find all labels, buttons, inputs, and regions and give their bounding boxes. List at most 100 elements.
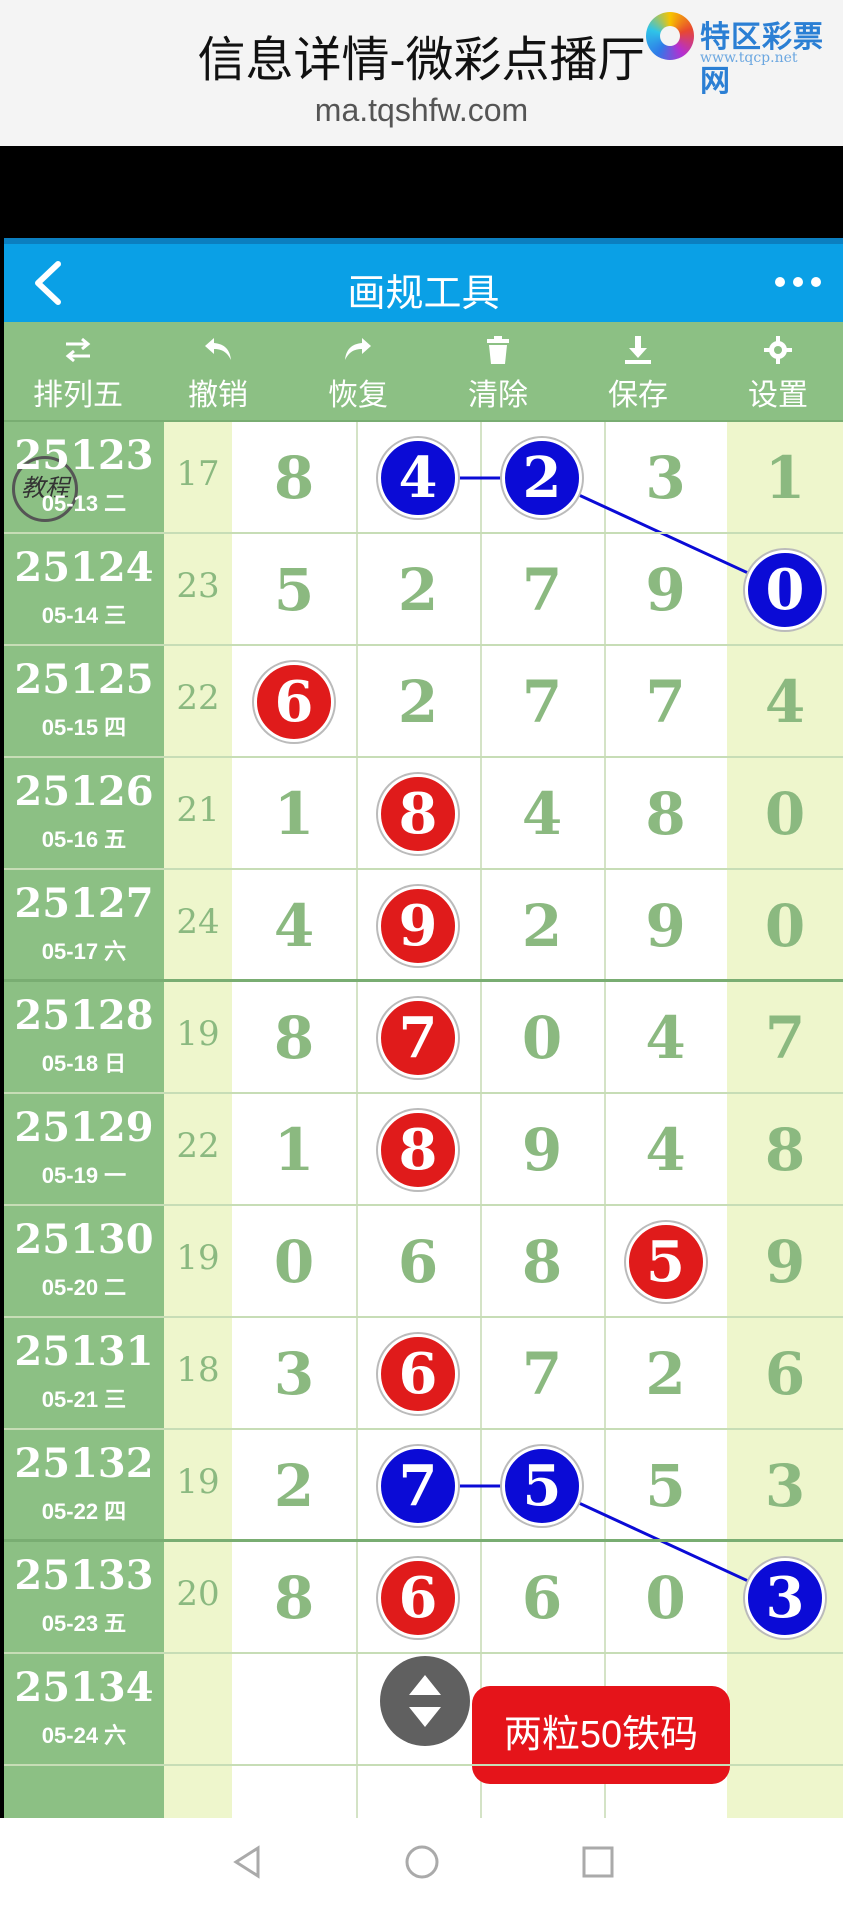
tool-toolbar: 排列五 撤销 恢复 清除 保存 设置 [4, 322, 843, 422]
red-ball-mark[interactable]: 8 [378, 774, 458, 854]
redo-icon [345, 338, 371, 360]
digit-cell[interactable]: 0 [232, 1206, 356, 1318]
save-button[interactable]: 保存 [568, 322, 708, 422]
digit-cell[interactable]: 9 [604, 534, 727, 646]
digit-cell[interactable]: 8 [480, 1206, 604, 1318]
blue-ball-mark[interactable]: 4 [378, 438, 458, 518]
digit-cell[interactable]: 9 [604, 870, 727, 982]
logo-swirl-icon [646, 12, 694, 60]
settings-button[interactable]: 设置 [708, 322, 843, 422]
digit-cell[interactable]: 1 [232, 1094, 356, 1206]
digit-cell[interactable]: 8 [604, 758, 727, 870]
digit-cell[interactable]: 0 [604, 1542, 727, 1654]
period-number: 25132 [14, 1440, 154, 1487]
red-ball-mark[interactable]: 7 [378, 998, 458, 1078]
digit-cell[interactable]: 2 [356, 534, 480, 646]
period-number: 25127 [14, 880, 154, 927]
period-date: 05-18 日 [41, 1051, 127, 1076]
lottery-type-button[interactable]: 排列五 [8, 322, 148, 422]
digit-cell[interactable]: 3 [727, 1430, 843, 1542]
table-row: 25130 05-20 二 19 0 6 8 5 9 [4, 1206, 843, 1318]
digit-cell[interactable]: 3 [232, 1318, 356, 1430]
digit-cell[interactable]: 8 [232, 982, 356, 1094]
period-date: 05-17 六 [41, 939, 127, 964]
digit-cell[interactable]: 1 [727, 422, 843, 534]
digit-sum: 17 [176, 454, 220, 494]
digit-cell[interactable]: 7 [480, 646, 604, 758]
digit-cell[interactable]: 8 [232, 422, 356, 534]
digit-cell[interactable] [727, 1654, 843, 1766]
digit-sum: 23 [176, 566, 220, 606]
period-date: 05-16 五 [41, 827, 127, 852]
page-caption: 信息详情-微彩点播厅 ma.tqshfw.com 特区彩票网 www.tqcp.… [0, 0, 843, 146]
digit-cell[interactable]: 7 [727, 982, 843, 1094]
undo-icon [205, 338, 231, 360]
logo-site: www.tqcp.net [700, 50, 798, 66]
digit-cell[interactable]: 5 [604, 1430, 727, 1542]
more-dots-icon[interactable] [772, 274, 824, 290]
digit-sum: 19 [176, 1462, 220, 1502]
digit-cell[interactable]: 7 [480, 1318, 604, 1430]
digit-cell[interactable] [480, 1654, 604, 1766]
digit-cell[interactable]: 2 [480, 870, 604, 982]
app-screen: 画规工具 排列五 撤销 恢复 清除 保存 设置 25123 05-13 二 17… [4, 238, 843, 1838]
digit-sum: 24 [176, 902, 220, 942]
lottery-type-label: 排列五 [33, 379, 123, 412]
period-number: 25126 [14, 768, 154, 815]
digit-cell[interactable]: 8 [232, 1542, 356, 1654]
digit-cell[interactable]: 4 [604, 982, 727, 1094]
undo-button[interactable]: 撤销 [148, 322, 288, 422]
system-nav-bar [0, 1818, 843, 1909]
redo-button[interactable]: 恢复 [288, 322, 428, 422]
digit-cell[interactable] [232, 1654, 356, 1766]
digit-cell[interactable]: 3 [604, 422, 727, 534]
blue-ball-mark[interactable]: 0 [745, 550, 825, 630]
table-row: 25129 05-19 一 22 1 8 9 4 8 [4, 1094, 843, 1206]
clear-button[interactable]: 清除 [428, 322, 568, 422]
digit-cell[interactable]: 0 [727, 870, 843, 982]
blue-ball-mark[interactable]: 5 [502, 1446, 582, 1526]
nav-home-icon[interactable] [402, 1842, 442, 1882]
draw-grid[interactable]: 25123 05-13 二 17 8 4 2 3 1 25124 05-14 三 23 5 2 7 9 0 25… [4, 422, 843, 1838]
period-date: 05-24 六 [41, 1723, 127, 1748]
table-row: 25125 05-15 四 22 6 2 7 7 4 [4, 646, 843, 758]
digit-cell[interactable]: 0 [727, 758, 843, 870]
nav-back-icon[interactable] [228, 1842, 268, 1882]
digit-cell[interactable]: 2 [232, 1430, 356, 1542]
digit-cell[interactable]: 6 [356, 1206, 480, 1318]
red-ball-mark[interactable]: 6 [378, 1334, 458, 1414]
red-ball-mark[interactable]: 8 [378, 1110, 458, 1190]
digit-cell[interactable]: 7 [480, 534, 604, 646]
top-navbar: 画规工具 [4, 238, 843, 322]
digit-cell[interactable]: 9 [480, 1094, 604, 1206]
digit-cell[interactable] [604, 1654, 727, 1766]
period-number: 25131 [14, 1328, 154, 1375]
digit-cell[interactable]: 4 [480, 758, 604, 870]
red-ball-mark[interactable]: 6 [254, 662, 334, 742]
digit-cell[interactable]: 2 [604, 1318, 727, 1430]
digit-cell[interactable]: 6 [727, 1318, 843, 1430]
digit-cell[interactable]: 4 [232, 870, 356, 982]
red-ball-mark[interactable]: 9 [378, 886, 458, 966]
digit-cell[interactable]: 4 [727, 646, 843, 758]
digit-cell[interactable]: 4 [604, 1094, 727, 1206]
digit-cell[interactable]: 5 [232, 534, 356, 646]
digit-cell[interactable] [356, 1654, 480, 1766]
digit-cell[interactable]: 7 [604, 646, 727, 758]
red-ball-mark[interactable]: 6 [378, 1558, 458, 1638]
blue-ball-mark[interactable]: 2 [502, 438, 582, 518]
digit-cell[interactable]: 1 [232, 758, 356, 870]
digit-cell[interactable]: 6 [480, 1542, 604, 1654]
period-date: 05-23 五 [41, 1611, 127, 1636]
digit-cell[interactable]: 8 [727, 1094, 843, 1206]
table-row: 25126 05-16 五 21 1 8 4 8 0 [4, 758, 843, 870]
digit-cell[interactable]: 2 [356, 646, 480, 758]
blue-ball-mark[interactable]: 7 [378, 1446, 458, 1526]
digit-sum: 21 [176, 790, 220, 830]
nav-recent-icon[interactable] [578, 1842, 618, 1882]
digit-sum: 19 [176, 1238, 220, 1278]
red-ball-mark[interactable]: 5 [625, 1222, 706, 1302]
blue-ball-mark[interactable]: 3 [745, 1558, 825, 1638]
digit-cell[interactable]: 0 [480, 982, 604, 1094]
digit-cell[interactable]: 9 [727, 1206, 843, 1318]
